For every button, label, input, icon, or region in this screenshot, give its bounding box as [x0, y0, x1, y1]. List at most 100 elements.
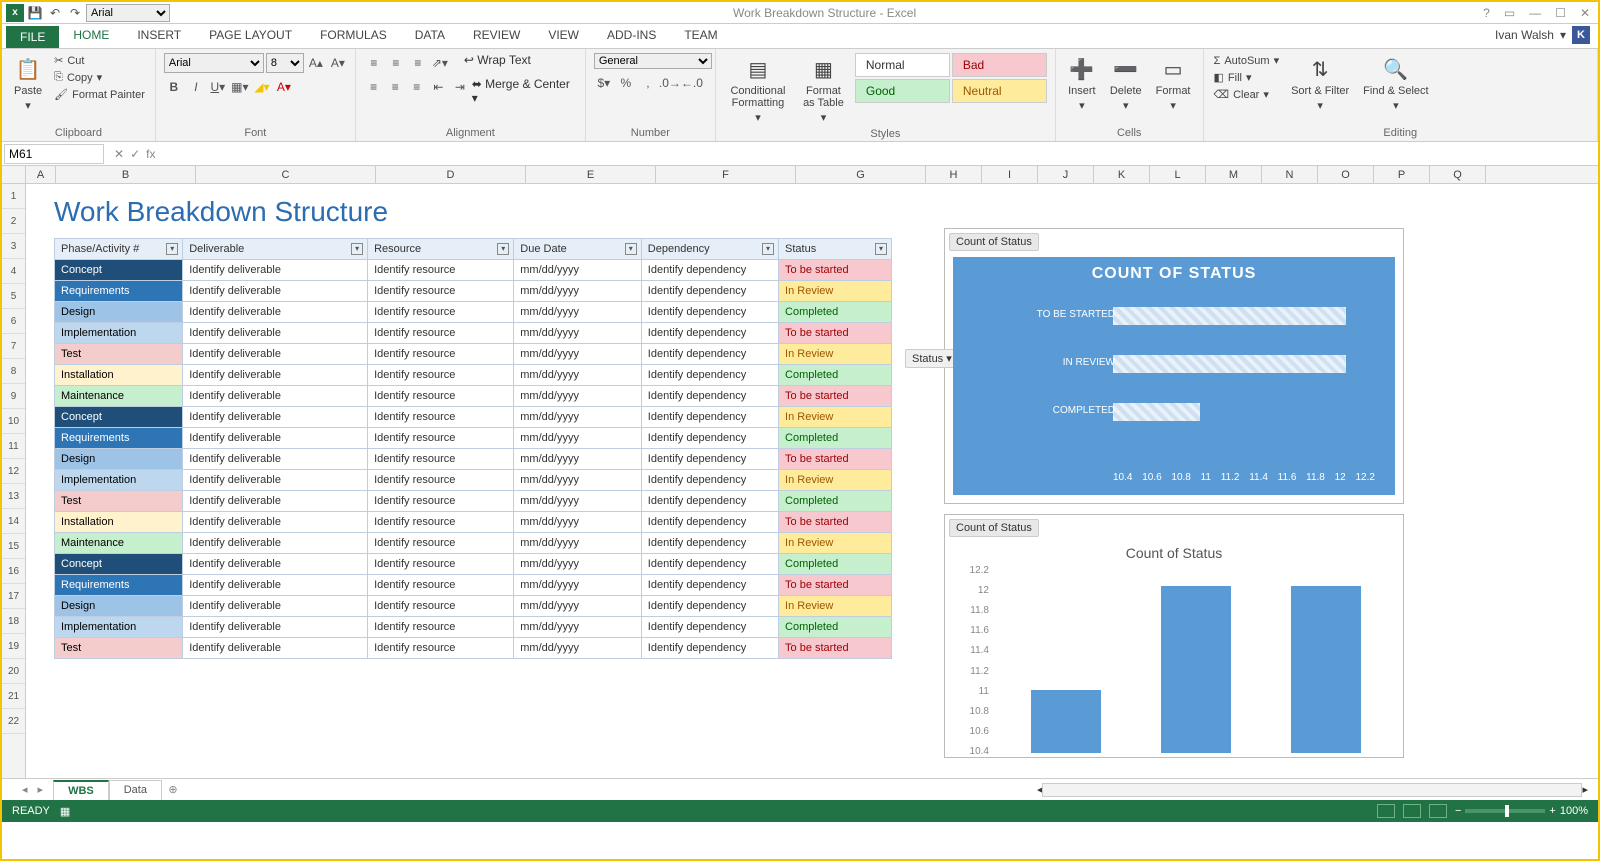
table-row[interactable]: ConceptIdentify deliverableIdentify reso…: [55, 260, 892, 281]
zoom-out-icon[interactable]: −: [1455, 805, 1461, 817]
row-header[interactable]: 18: [2, 609, 25, 634]
increase-indent-icon[interactable]: ⇥: [450, 77, 470, 97]
find-select-button[interactable]: 🔍Find & Select ▾: [1359, 53, 1432, 114]
font-name-select[interactable]: Arial: [164, 53, 264, 73]
col-header[interactable]: N: [1262, 166, 1318, 183]
tab-file[interactable]: FILE: [6, 26, 59, 48]
status-slicer[interactable]: Status ▾: [905, 349, 959, 368]
row-header[interactable]: 14: [2, 509, 25, 534]
minimize-icon[interactable]: —: [1525, 6, 1545, 20]
row-header[interactable]: 7: [2, 334, 25, 359]
style-neutral[interactable]: Neutral: [952, 79, 1047, 103]
add-sheet-button[interactable]: ⊕: [162, 783, 184, 796]
table-row[interactable]: TestIdentify deliverableIdentify resourc…: [55, 491, 892, 512]
close-icon[interactable]: ✕: [1576, 6, 1594, 20]
filter-dropdown-icon[interactable]: ▾: [625, 243, 637, 255]
table-row[interactable]: MaintenanceIdentify deliverableIdentify …: [55, 533, 892, 554]
tab-view[interactable]: VIEW: [534, 24, 593, 48]
qat-font-select[interactable]: Arial: [86, 4, 170, 22]
table-row[interactable]: RequirementsIdentify deliverableIdentify…: [55, 428, 892, 449]
col-header[interactable]: Q: [1430, 166, 1486, 183]
row-header[interactable]: 2: [2, 209, 25, 234]
filter-dropdown-icon[interactable]: ▾: [497, 243, 509, 255]
enter-formula-icon[interactable]: ✓: [130, 147, 140, 161]
table-row[interactable]: ConceptIdentify deliverableIdentify reso…: [55, 407, 892, 428]
table-row[interactable]: DesignIdentify deliverableIdentify resou…: [55, 596, 892, 617]
col-header[interactable]: H: [926, 166, 982, 183]
style-bad[interactable]: Bad: [952, 53, 1047, 77]
col-header[interactable]: P: [1374, 166, 1430, 183]
filter-dropdown-icon[interactable]: ▾: [166, 243, 178, 255]
shrink-font-icon[interactable]: A▾: [328, 53, 348, 73]
filter-dropdown-icon[interactable]: ▾: [875, 243, 887, 255]
number-format-select[interactable]: General: [594, 53, 712, 69]
row-header[interactable]: 8: [2, 359, 25, 384]
table-header[interactable]: Dependency▾: [641, 239, 778, 260]
table-header[interactable]: Resource▾: [368, 239, 514, 260]
align-right-icon[interactable]: ≡: [407, 77, 427, 97]
view-page-layout-icon[interactable]: [1403, 804, 1421, 818]
row-header[interactable]: 22: [2, 709, 25, 734]
col-header[interactable]: L: [1150, 166, 1206, 183]
tab-review[interactable]: REVIEW: [459, 24, 534, 48]
col-header[interactable]: C: [196, 166, 376, 183]
align-middle-icon[interactable]: ≡: [386, 53, 406, 73]
merge-center-button[interactable]: ⬌ Merge & Center ▾: [472, 77, 577, 105]
cut-button[interactable]: ✂ Cut: [52, 53, 147, 68]
tab-home[interactable]: HOME: [59, 24, 123, 48]
col-header[interactable]: O: [1318, 166, 1374, 183]
select-all-corner[interactable]: [2, 166, 26, 183]
decrease-decimal-icon[interactable]: ←.0: [682, 73, 702, 93]
wrap-text-button[interactable]: ↩ Wrap Text: [464, 53, 531, 73]
delete-cells-button[interactable]: ➖Delete ▾: [1106, 53, 1146, 114]
row-header[interactable]: 10: [2, 409, 25, 434]
autosum-button[interactable]: Σ AutoSum ▾: [1212, 53, 1282, 68]
align-left-icon[interactable]: ≡: [364, 77, 384, 97]
col-header[interactable]: E: [526, 166, 656, 183]
horizontal-scroll[interactable]: ◂▸: [184, 783, 1598, 797]
help-icon[interactable]: ?: [1479, 6, 1494, 20]
table-row[interactable]: TestIdentify deliverableIdentify resourc…: [55, 638, 892, 659]
comma-icon[interactable]: ,: [638, 73, 658, 93]
copy-button[interactable]: ⎘ Copy ▾: [52, 70, 147, 85]
row-header[interactable]: 19: [2, 634, 25, 659]
bold-button[interactable]: B: [164, 77, 184, 97]
row-header[interactable]: 4: [2, 259, 25, 284]
orientation-icon[interactable]: ⇗▾: [430, 53, 450, 73]
sheet-canvas[interactable]: Work Breakdown Structure Phase/Activity …: [26, 184, 1598, 778]
ribbon-options-icon[interactable]: ▭: [1500, 6, 1519, 20]
tab-add-ins[interactable]: ADD-INS: [593, 24, 670, 48]
row-header[interactable]: 15: [2, 534, 25, 559]
name-box[interactable]: [4, 144, 104, 164]
sheet-tab-data[interactable]: Data: [109, 780, 162, 800]
sort-filter-button[interactable]: ⇅Sort & Filter ▾: [1287, 53, 1353, 114]
row-header[interactable]: 1: [2, 184, 25, 209]
zoom-level[interactable]: 100%: [1560, 805, 1588, 817]
formula-input[interactable]: [163, 144, 1598, 163]
font-size-select[interactable]: 8: [266, 53, 304, 73]
table-row[interactable]: DesignIdentify deliverableIdentify resou…: [55, 302, 892, 323]
zoom-slider[interactable]: [1465, 809, 1545, 813]
align-bottom-icon[interactable]: ≡: [408, 53, 428, 73]
currency-icon[interactable]: $▾: [594, 73, 614, 93]
col-header[interactable]: J: [1038, 166, 1094, 183]
col-header[interactable]: M: [1206, 166, 1262, 183]
conditional-formatting-button[interactable]: ▤Conditional Formatting ▾: [724, 53, 792, 126]
underline-button[interactable]: U▾: [208, 77, 228, 97]
font-color-button[interactable]: A▾: [274, 77, 294, 97]
user-label[interactable]: Ivan Walsh ▾ K: [1487, 22, 1598, 48]
percent-icon[interactable]: %: [616, 73, 636, 93]
col-header[interactable]: B: [56, 166, 196, 183]
format-as-table-button[interactable]: ▦Format as Table ▾: [798, 53, 849, 126]
cancel-formula-icon[interactable]: ✕: [114, 147, 124, 161]
col-header[interactable]: F: [656, 166, 796, 183]
filter-dropdown-icon[interactable]: ▾: [762, 243, 774, 255]
view-normal-icon[interactable]: [1377, 804, 1395, 818]
style-normal[interactable]: Normal: [855, 53, 950, 77]
row-header[interactable]: 20: [2, 659, 25, 684]
align-top-icon[interactable]: ≡: [364, 53, 384, 73]
grow-font-icon[interactable]: A▴: [306, 53, 326, 73]
format-painter-button[interactable]: 🖌 Format Painter: [52, 87, 147, 102]
row-header[interactable]: 3: [2, 234, 25, 259]
tab-formulas[interactable]: FORMULAS: [306, 24, 401, 48]
